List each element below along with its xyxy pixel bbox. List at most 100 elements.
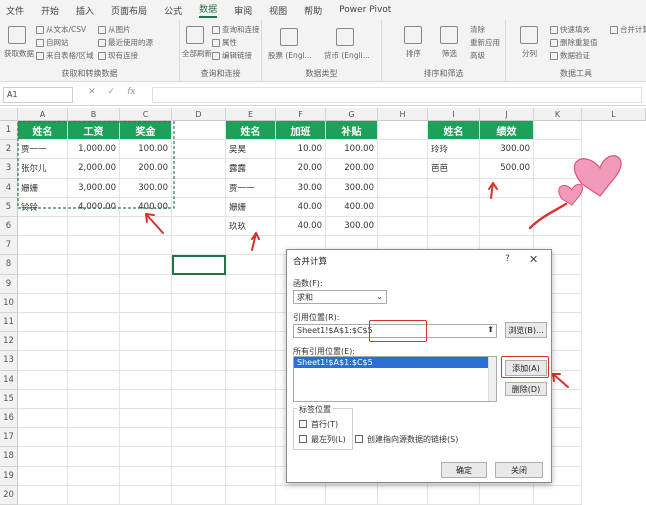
cell[interactable] bbox=[226, 389, 276, 409]
cell[interactable] bbox=[226, 447, 276, 467]
table-cell[interactable]: 铃铃 bbox=[18, 197, 68, 217]
refresh-all-button[interactable]: 全部刷新 bbox=[182, 48, 212, 59]
cell[interactable] bbox=[534, 217, 582, 237]
cell[interactable] bbox=[534, 121, 582, 141]
table-cell[interactable]: 姗姗 bbox=[18, 178, 68, 198]
table-header-cell[interactable]: 加班 bbox=[276, 121, 326, 141]
table-cell[interactable]: 10.00 bbox=[276, 140, 326, 160]
menu-item[interactable]: 视图 bbox=[269, 4, 287, 17]
cell[interactable] bbox=[276, 485, 326, 505]
currencies-button[interactable]: 货币 (Engli... bbox=[324, 50, 370, 61]
row-header[interactable]: 9 bbox=[0, 274, 18, 294]
cell[interactable] bbox=[172, 274, 226, 294]
menu-item[interactable]: 数据 bbox=[199, 2, 218, 18]
advanced-button[interactable]: 高级 bbox=[470, 50, 485, 61]
table-header-cell[interactable]: 奖金 bbox=[120, 121, 172, 141]
column-header[interactable]: E bbox=[226, 108, 276, 121]
table-cell[interactable]: 张尔儿 bbox=[18, 159, 68, 179]
column-header[interactable]: F bbox=[276, 108, 326, 121]
table-cell[interactable]: 400.00 bbox=[120, 197, 172, 217]
cell[interactable] bbox=[378, 121, 428, 141]
row-header[interactable]: 1 bbox=[0, 121, 18, 141]
cell[interactable] bbox=[120, 370, 172, 390]
cell[interactable] bbox=[378, 140, 428, 160]
cell[interactable] bbox=[120, 255, 172, 275]
cell[interactable] bbox=[18, 485, 68, 505]
cell[interactable] bbox=[18, 293, 68, 313]
filter-button[interactable]: 筛选 bbox=[442, 48, 457, 59]
data-validation-button[interactable]: 数据验证 bbox=[550, 50, 590, 61]
confirm-icon[interactable]: ✓ bbox=[108, 87, 116, 97]
row-header[interactable]: 3 bbox=[0, 159, 18, 179]
column-header[interactable]: J bbox=[480, 108, 534, 121]
cell[interactable] bbox=[18, 428, 68, 448]
menu-item[interactable]: 插入 bbox=[76, 4, 94, 17]
reference-item[interactable]: Sheet1!$A$1:$C$5 bbox=[294, 357, 496, 368]
insert-function-icon[interactable]: fx bbox=[127, 87, 136, 97]
cell[interactable] bbox=[428, 178, 480, 198]
table-cell[interactable]: 露露 bbox=[226, 159, 276, 179]
row-header[interactable]: 2 bbox=[0, 140, 18, 160]
cell[interactable] bbox=[172, 197, 226, 217]
table-cell[interactable]: 贾一一 bbox=[226, 178, 276, 198]
cell[interactable] bbox=[120, 389, 172, 409]
cell[interactable] bbox=[172, 313, 226, 333]
cell[interactable] bbox=[172, 466, 226, 486]
table-header-cell[interactable]: 补贴 bbox=[326, 121, 378, 141]
table-header-cell[interactable]: 姓名 bbox=[18, 121, 68, 141]
cell[interactable] bbox=[226, 236, 276, 256]
cell[interactable] bbox=[68, 428, 120, 448]
cell[interactable] bbox=[18, 236, 68, 256]
row-header[interactable]: 13 bbox=[0, 351, 18, 371]
cell[interactable] bbox=[378, 485, 428, 505]
cell[interactable] bbox=[226, 428, 276, 448]
menu-item[interactable]: 公式 bbox=[164, 4, 182, 17]
from-text-button[interactable]: 从文本/CSV bbox=[36, 24, 86, 35]
cell[interactable] bbox=[18, 466, 68, 486]
table-cell[interactable]: 40.00 bbox=[276, 197, 326, 217]
cell[interactable] bbox=[226, 255, 276, 275]
cell[interactable] bbox=[18, 274, 68, 294]
text-to-columns-button[interactable]: 分列 bbox=[522, 48, 537, 59]
consolidate-button[interactable]: 合并计算 bbox=[610, 24, 646, 35]
list-scrollbar[interactable] bbox=[488, 357, 496, 401]
row-header[interactable]: 17 bbox=[0, 428, 18, 448]
column-header[interactable]: L bbox=[582, 108, 646, 121]
cell[interactable] bbox=[172, 332, 226, 352]
column-header[interactable]: D bbox=[172, 108, 226, 121]
existing-connections-button[interactable]: 现有连接 bbox=[98, 50, 138, 61]
cell[interactable] bbox=[68, 217, 120, 237]
row-header[interactable]: 15 bbox=[0, 389, 18, 409]
column-header[interactable]: I bbox=[428, 108, 480, 121]
recent-sources-button[interactable]: 最近使用的源 bbox=[98, 37, 153, 48]
cell[interactable] bbox=[534, 159, 582, 179]
cell[interactable] bbox=[480, 217, 534, 237]
function-select[interactable]: 求和 ⌄ bbox=[293, 290, 387, 304]
ok-button[interactable]: 确定 bbox=[441, 462, 487, 478]
cell[interactable] bbox=[18, 332, 68, 352]
row-header[interactable]: 11 bbox=[0, 313, 18, 333]
cell[interactable] bbox=[226, 351, 276, 371]
flash-fill-button[interactable]: 快速填充 bbox=[550, 24, 590, 35]
cell[interactable] bbox=[120, 428, 172, 448]
cell[interactable] bbox=[120, 236, 172, 256]
cell[interactable] bbox=[480, 178, 534, 198]
menu-item[interactable]: 页面布局 bbox=[111, 4, 147, 17]
first-row-checkbox[interactable] bbox=[299, 420, 307, 428]
cell[interactable] bbox=[68, 313, 120, 333]
sort-button[interactable]: 排序 bbox=[406, 48, 421, 59]
column-header[interactable]: A bbox=[18, 108, 68, 121]
cell[interactable] bbox=[68, 293, 120, 313]
table-cell[interactable]: 芭芭 bbox=[428, 159, 480, 179]
cell[interactable] bbox=[534, 140, 582, 160]
from-picture-button[interactable]: 从图片 bbox=[98, 24, 131, 35]
from-web-button[interactable]: 自网站 bbox=[36, 37, 69, 48]
select-all-corner[interactable] bbox=[0, 108, 18, 121]
left-column-checkbox[interactable] bbox=[299, 435, 307, 443]
delete-button[interactable]: 删除(D) bbox=[505, 382, 547, 396]
cell[interactable] bbox=[18, 447, 68, 467]
menu-item[interactable]: 帮助 bbox=[304, 4, 322, 17]
remove-duplicates-button[interactable]: 删除重复值 bbox=[550, 37, 598, 48]
cell[interactable] bbox=[172, 389, 226, 409]
cell[interactable] bbox=[120, 293, 172, 313]
